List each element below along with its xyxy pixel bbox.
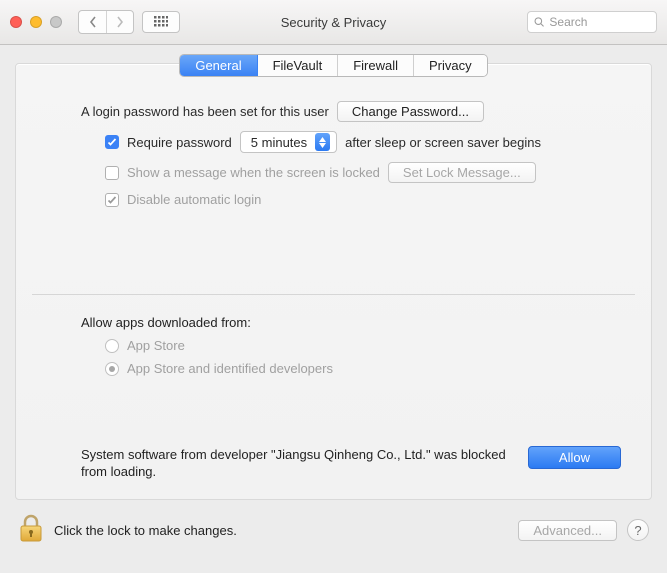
grid-icon: [154, 16, 168, 28]
tab-privacy[interactable]: Privacy: [414, 55, 487, 76]
blocked-software-row: System software from developer "Jiangsu …: [81, 446, 621, 481]
require-password-label: Require password: [127, 135, 232, 150]
advanced-button[interactable]: Advanced...: [518, 520, 617, 541]
show-message-checkbox[interactable]: [105, 166, 119, 180]
allow-button[interactable]: Allow: [528, 446, 621, 469]
show-all-button[interactable]: [142, 11, 180, 33]
disable-auto-login-label: Disable automatic login: [127, 192, 261, 207]
help-label: ?: [634, 523, 641, 538]
blocked-software-text: System software from developer "Jiangsu …: [81, 446, 508, 481]
tab-label: General: [195, 58, 241, 73]
tab-label: Firewall: [353, 58, 398, 73]
login-section: A login password has been set for this u…: [16, 77, 651, 234]
titlebar: Security & Privacy: [0, 0, 667, 45]
nav-group: [78, 10, 134, 34]
tab-strip: General FileVault Firewall Privacy: [179, 54, 487, 77]
require-password-checkbox[interactable]: [105, 135, 119, 149]
disable-auto-login-checkbox[interactable]: [105, 193, 119, 207]
minimize-button[interactable]: [30, 16, 42, 28]
tab-general[interactable]: General: [180, 55, 257, 76]
search-input[interactable]: [549, 15, 650, 29]
identified-developers-label: App Store and identified developers: [127, 361, 333, 376]
lock-icon[interactable]: [18, 514, 44, 547]
lock-hint-label: Click the lock to make changes.: [54, 523, 237, 538]
window-title: Security & Privacy: [281, 15, 386, 30]
search-field[interactable]: [527, 11, 657, 33]
maximize-button: [50, 16, 62, 28]
set-lock-message-button: Set Lock Message...: [388, 162, 536, 183]
app-store-radio: [105, 339, 119, 353]
content-area: General FileVault Firewall Privacy A log…: [0, 45, 667, 500]
delay-value: 5 minutes: [251, 135, 307, 150]
footer: Click the lock to make changes. Advanced…: [0, 500, 667, 560]
close-button[interactable]: [10, 16, 22, 28]
help-button[interactable]: ?: [627, 519, 649, 541]
preference-panel: General FileVault Firewall Privacy A log…: [15, 63, 652, 500]
downloads-section: Allow apps downloaded from: App Store Ap…: [16, 295, 651, 376]
tabs: General FileVault Firewall Privacy: [16, 54, 651, 77]
tab-label: Privacy: [429, 58, 472, 73]
stepper-icon: [315, 133, 330, 151]
tab-label: FileVault: [273, 58, 323, 73]
downloads-heading: Allow apps downloaded from:: [81, 315, 621, 330]
chevron-left-icon: [89, 16, 97, 28]
app-store-label: App Store: [127, 338, 185, 353]
tab-filevault[interactable]: FileVault: [258, 55, 339, 76]
search-icon: [534, 16, 544, 28]
require-password-delay-select[interactable]: 5 minutes: [240, 131, 337, 153]
identified-developers-radio: [105, 362, 119, 376]
show-message-label: Show a message when the screen is locked: [127, 165, 380, 180]
traffic-lights: [10, 16, 62, 28]
change-password-button[interactable]: Change Password...: [337, 101, 484, 122]
back-button[interactable]: [79, 11, 106, 33]
chevron-right-icon: [116, 16, 124, 28]
tab-firewall[interactable]: Firewall: [338, 55, 414, 76]
login-password-set-label: A login password has been set for this u…: [81, 104, 329, 119]
after-sleep-label: after sleep or screen saver begins: [345, 135, 541, 150]
forward-button[interactable]: [106, 11, 133, 33]
